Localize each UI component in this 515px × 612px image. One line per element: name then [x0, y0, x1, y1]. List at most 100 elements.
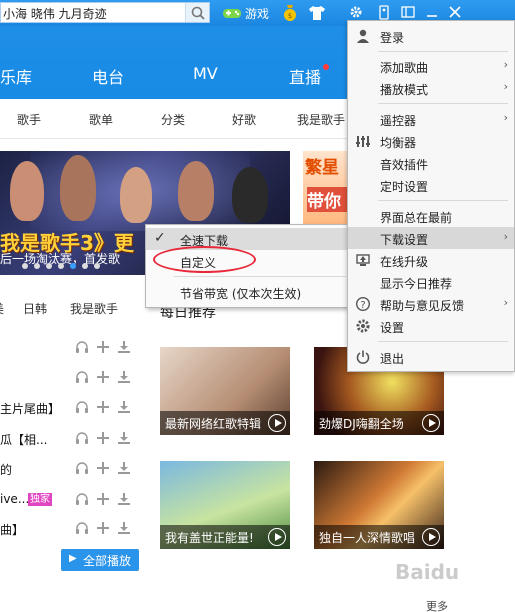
add-icon[interactable] — [96, 340, 110, 357]
card-caption-bar: 独自一人深情歌唱 — [314, 525, 444, 549]
add-icon[interactable] — [96, 400, 110, 417]
listen-icon[interactable] — [75, 492, 89, 509]
play-icon[interactable] — [422, 528, 440, 546]
subnav-good-songs[interactable]: 好歌 — [232, 111, 256, 128]
listen-icon[interactable] — [75, 521, 89, 538]
song-row[interactable]: 瓜【相... — [0, 431, 140, 461]
song-row[interactable] — [0, 370, 140, 400]
song-title[interactable]: 的 — [0, 461, 12, 478]
menu-item-full-speed[interactable]: ✓ 全速下载 — [146, 228, 351, 250]
pager-dot[interactable] — [94, 263, 100, 269]
listen-icon[interactable] — [75, 400, 89, 417]
menu-item-always-on-top[interactable]: 界面总在最前 — [348, 205, 514, 227]
pager-dot[interactable] — [58, 263, 64, 269]
minimize-icon[interactable] — [426, 6, 438, 18]
song-title[interactable]: ive... — [0, 492, 29, 506]
tab-radio[interactable]: 电台 — [92, 64, 124, 88]
menu-item-save-bandwidth[interactable]: 节省带宽 (仅本次生效) — [146, 281, 351, 303]
menu-item-label: 下载设置 — [380, 233, 429, 247]
pager-dot[interactable] — [82, 263, 88, 269]
subnav-categories[interactable]: 分类 — [161, 111, 185, 128]
daily-card[interactable]: 我有盖世正能量! — [160, 461, 290, 549]
song-title[interactable]: 主片尾曲】 — [0, 400, 60, 417]
add-icon[interactable] — [96, 461, 110, 478]
subnav-i-am-singer[interactable]: 我是歌手 — [297, 111, 345, 128]
add-icon[interactable] — [96, 431, 110, 448]
song-row[interactable]: 曲】 — [0, 521, 140, 551]
subnav-playlists[interactable]: 歌单 — [89, 111, 113, 128]
chart-tab[interactable]: 美 — [0, 300, 4, 317]
download-icon[interactable] — [117, 340, 131, 357]
remote-icon[interactable] — [379, 5, 389, 20]
download-icon[interactable] — [117, 492, 131, 509]
listen-icon[interactable] — [75, 431, 89, 448]
song-row[interactable]: 主片尾曲】 — [0, 400, 140, 430]
menu-item-label: 播放模式 — [380, 83, 429, 97]
menu-item-show-daily[interactable]: 显示今日推荐 — [348, 271, 514, 293]
money-bag-icon[interactable]: $ — [281, 3, 299, 22]
tab-live[interactable]: 直播 — [289, 64, 321, 88]
download-icon[interactable] — [117, 521, 131, 538]
gear-icon[interactable] — [349, 5, 363, 19]
menu-item-label: 在线升级 — [380, 255, 429, 269]
gamepad-icon[interactable] — [222, 5, 242, 21]
more-link[interactable]: 更多 — [426, 598, 448, 612]
daily-card[interactable]: 独自一人深情歌唱 — [314, 461, 444, 549]
download-icon[interactable] — [117, 431, 131, 448]
song-row[interactable] — [0, 340, 140, 370]
pager-dot[interactable] — [34, 263, 40, 269]
play-icon[interactable] — [268, 414, 286, 432]
daily-card[interactable]: 最新网络红歌特辑 — [160, 347, 290, 435]
play-icon[interactable] — [422, 414, 440, 432]
subnav-singers[interactable]: 歌手 — [17, 111, 41, 128]
download-icon[interactable] — [117, 461, 131, 478]
menu-item-online-upgrade[interactable]: 在线升级 — [348, 249, 514, 271]
menu-item-login[interactable]: 登录 — [348, 25, 514, 47]
song-title[interactable]: 瓜【相... — [0, 431, 47, 448]
listen-icon[interactable] — [75, 461, 89, 478]
tshirt-icon[interactable] — [308, 5, 326, 21]
pager-dot-active[interactable] — [70, 263, 76, 269]
search-input[interactable]: 小海 晓伟 九月奇迹 — [3, 5, 107, 22]
tab-library[interactable]: 乐库 — [0, 64, 32, 88]
menu-item-label: 添加歌曲 — [380, 61, 429, 75]
song-actions — [75, 521, 135, 537]
chart-tab[interactable]: 我是歌手 — [70, 300, 118, 317]
search-box[interactable]: 小海 晓伟 九月奇迹 — [0, 2, 210, 23]
menu-item-play-mode[interactable]: 播放模式 › — [348, 77, 514, 99]
download-icon[interactable] — [117, 370, 131, 387]
play-icon[interactable] — [268, 528, 286, 546]
song-actions — [75, 400, 135, 416]
listen-icon[interactable] — [75, 340, 89, 357]
download-icon[interactable] — [117, 400, 131, 417]
pager-dot[interactable] — [22, 263, 28, 269]
menu-item-exit[interactable]: 退出 — [348, 346, 514, 368]
pager-dot[interactable] — [46, 263, 52, 269]
menu-item-sound-plugin[interactable]: 音效插件 — [348, 152, 514, 174]
add-icon[interactable] — [96, 370, 110, 387]
song-row[interactable]: ive... 独家 — [0, 492, 140, 522]
chevron-right-icon: › — [503, 80, 508, 93]
add-icon[interactable] — [96, 492, 110, 509]
menu-item-remote[interactable]: 遥控器 › — [348, 108, 514, 130]
menu-item-settings[interactable]: 设置 — [348, 315, 514, 337]
mini-mode-icon[interactable] — [401, 6, 415, 18]
card-caption-bar: 我有盖世正能量! — [160, 525, 290, 549]
menu-item-timer[interactable]: 定时设置 — [348, 174, 514, 196]
song-title[interactable]: 曲】 — [0, 521, 24, 538]
chart-tab[interactable]: 日韩 — [23, 300, 47, 317]
listen-icon[interactable] — [75, 370, 89, 387]
search-icon — [191, 6, 205, 20]
menu-item-equalizer[interactable]: 均衡器 — [348, 130, 514, 152]
song-row[interactable]: 的 — [0, 461, 140, 491]
watermark-logo: Baidu — [395, 560, 460, 584]
menu-item-add-songs[interactable]: 添加歌曲 › — [348, 55, 514, 77]
menu-item-help-feedback[interactable]: ? 帮助与意见反馈 › — [348, 293, 514, 315]
search-button[interactable] — [185, 3, 209, 22]
add-icon[interactable] — [96, 521, 110, 538]
play-all-button[interactable]: ▶ 全部播放 — [61, 549, 139, 571]
close-icon[interactable] — [449, 6, 461, 18]
tab-mv[interactable]: MV — [193, 64, 218, 83]
menu-item-download-settings[interactable]: 下载设置 › — [348, 227, 514, 249]
game-label[interactable]: 游戏 — [245, 5, 269, 22]
